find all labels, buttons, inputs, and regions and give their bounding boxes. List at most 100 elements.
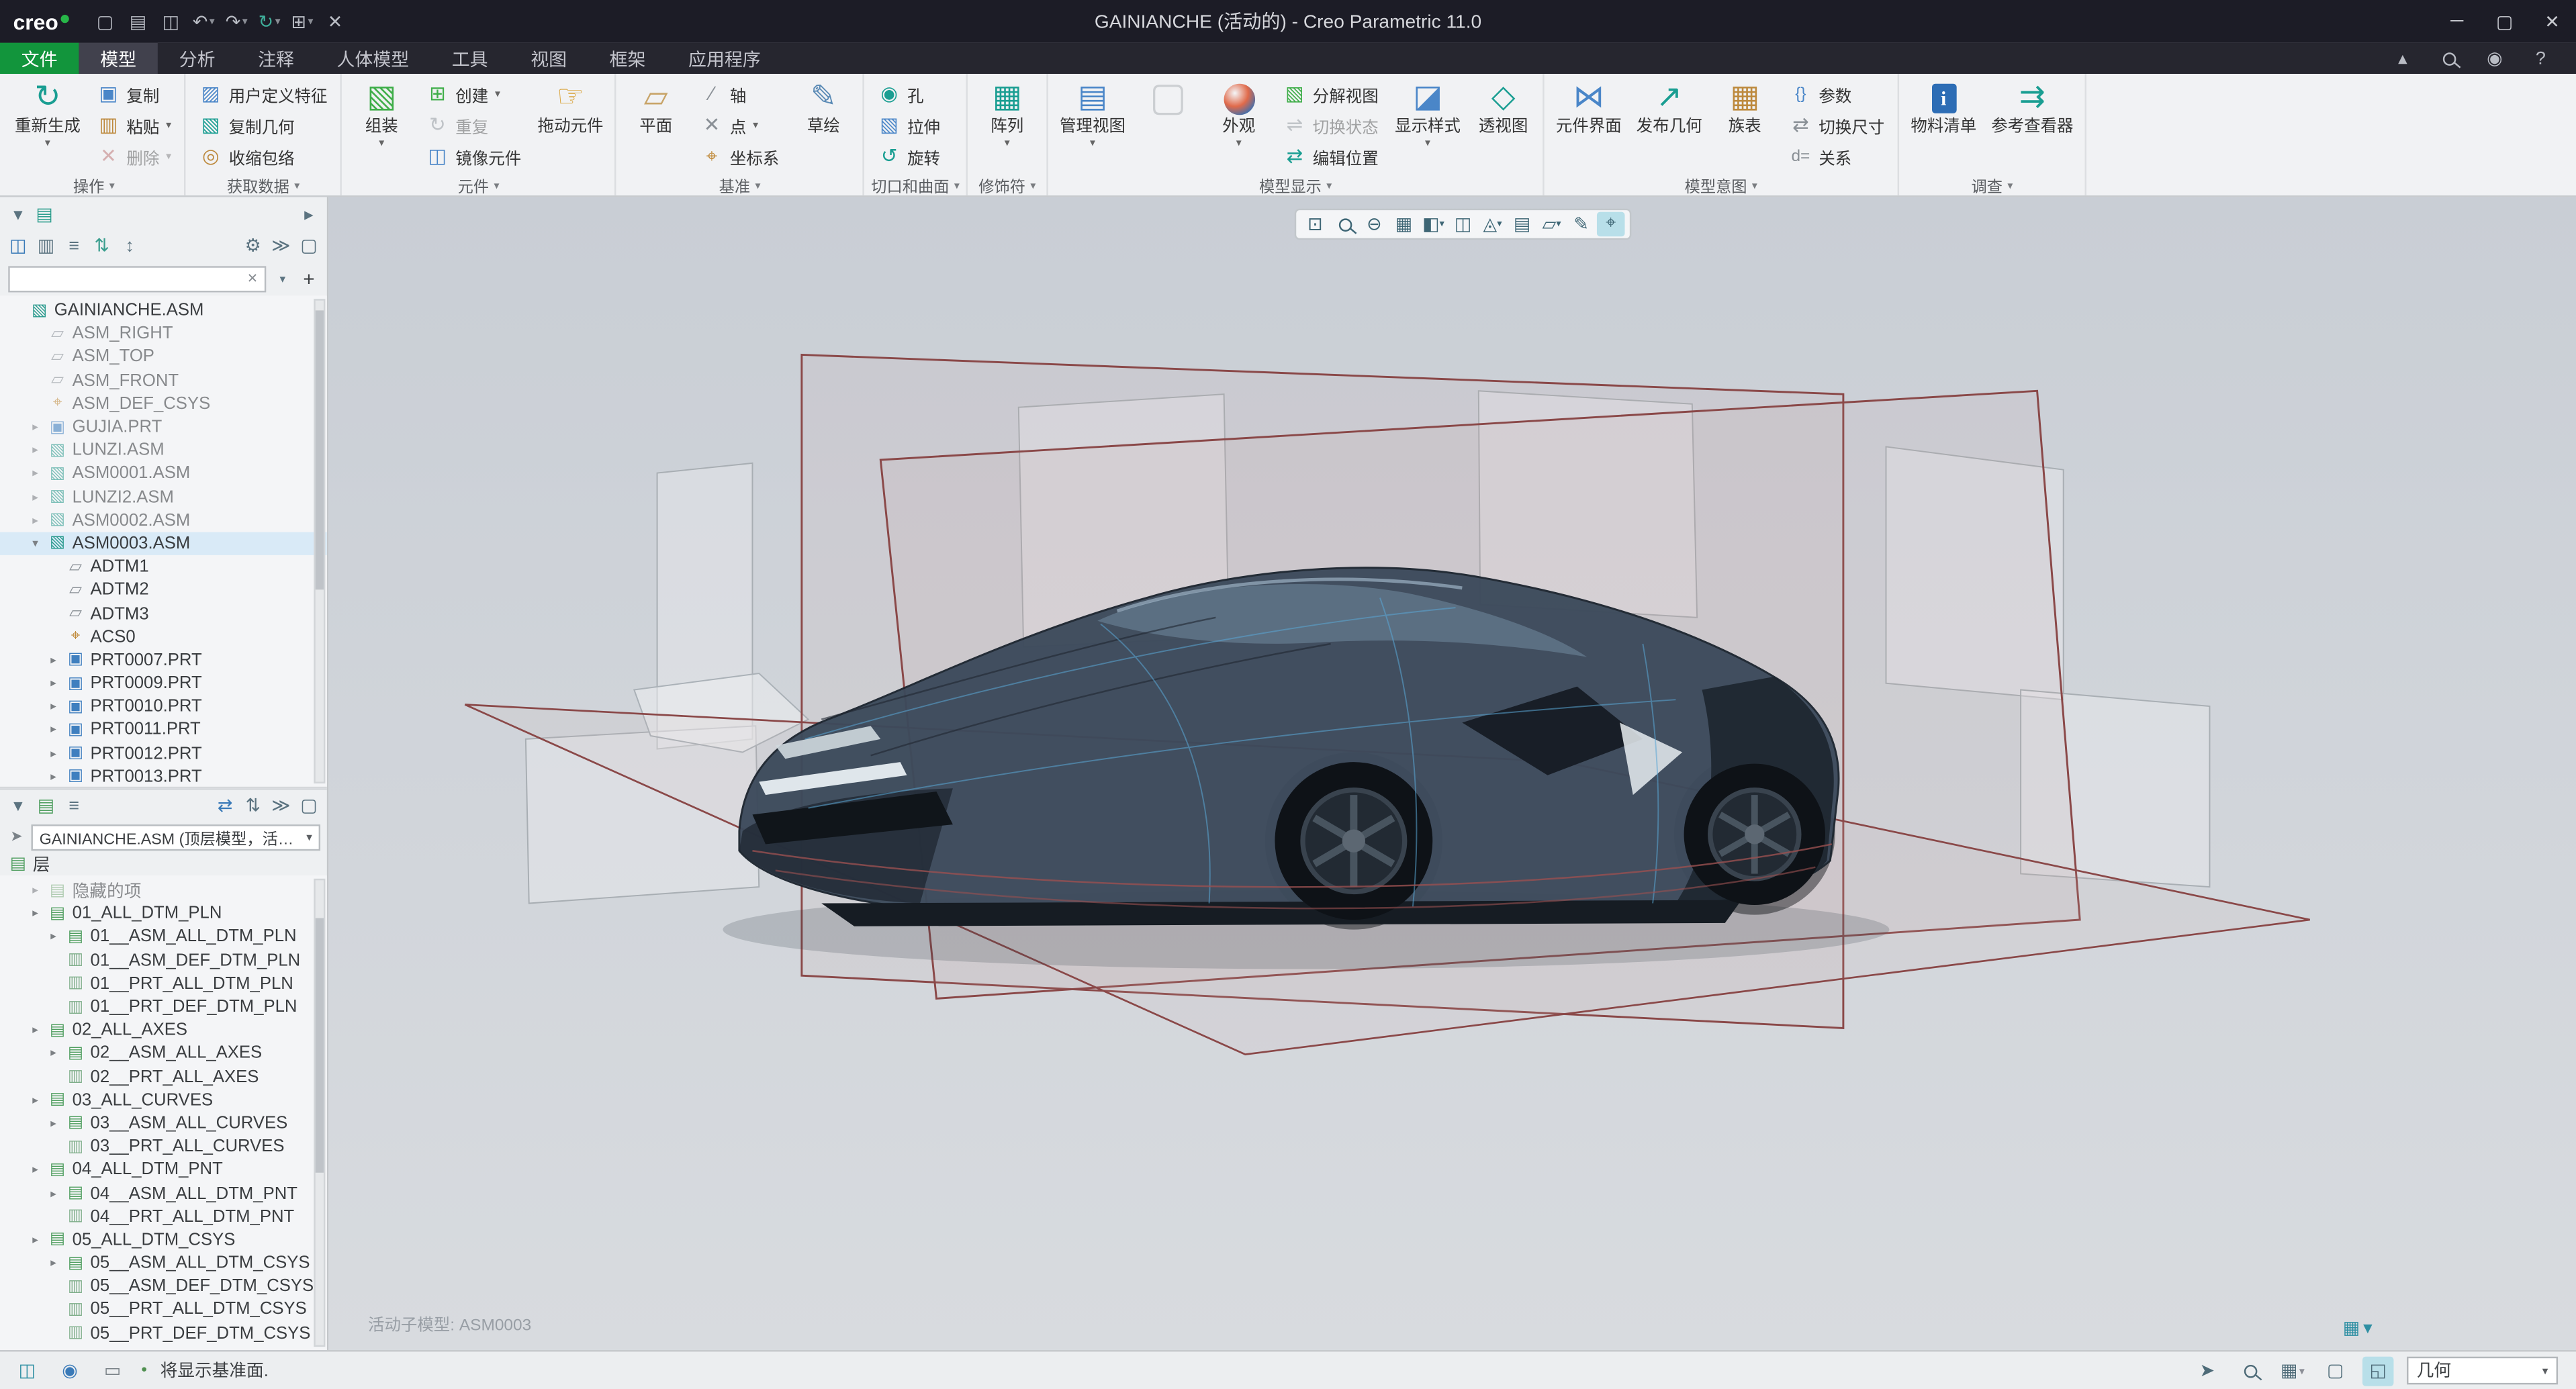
revolve-button[interactable]: ↺ 旋转 [871,141,947,171]
model-tree-row[interactable]: ▸ ▧ LUNZI.ASM [0,439,327,463]
copy-geometry-button[interactable]: ▧ 复制几何 [193,110,334,140]
tab-tools[interactable]: 工具 [430,43,509,74]
group-label-operations[interactable]: 操作▾ [10,174,178,195]
tree-list-icon[interactable]: ≡ [64,236,83,255]
saved-orientations-icon[interactable]: ◬▾ [1479,212,1507,237]
tab-applications[interactable]: 应用程序 [667,43,782,74]
expand-arrow-icon[interactable]: ▸ [28,1163,43,1177]
layer-row[interactable]: ▸ ▤ 03__ASM_ALL_CURVES [0,1112,327,1135]
tab-model[interactable]: 模型 [79,43,157,74]
open-file-icon[interactable]: ▤▾ [122,5,153,38]
layer-row[interactable]: ▸ ▤ 05__ASM_ALL_DTM_CSYS [0,1251,327,1275]
udf-button[interactable]: ▨ 用户定义特征 [193,79,334,108]
model-tree-row[interactable]: ⌖ ACS0 [0,625,327,649]
switch-dimensions-button[interactable]: ⇄ 切换尺寸 [1782,110,1890,140]
group-label-investigate[interactable]: 调查▾ [1906,174,2078,195]
csys-button[interactable]: ⌖ 坐标系 [694,141,786,171]
layer-row[interactable]: ▸ ▤ 04__ASM_ALL_DTM_PNT [0,1182,327,1205]
model-tree-row[interactable]: ▸ ▣ PRT0009.PRT [0,672,327,696]
axis-button[interactable]: ∕ 轴 [694,79,786,108]
selection-filter-combo[interactable]: 几何 ▾ [2407,1357,2558,1385]
tree-doc-icon[interactable]: ▢ [299,235,318,256]
model-tree-row[interactable]: ▸ ▣ PRT0012.PRT [0,742,327,765]
display-style-icon[interactable]: ◧▾ [1420,212,1448,237]
expand-arrow-icon[interactable]: ▸ [46,677,61,690]
expand-arrow-icon[interactable]: ▸ [46,1047,61,1060]
shrinkwrap-button[interactable]: ◎ 收缩包络 [193,141,334,171]
redo-icon[interactable]: ↷▾ [221,5,252,38]
model-tree-scrollbar[interactable] [314,299,325,783]
layer-row[interactable]: ▸ ▤ 02_ALL_AXES [0,1018,327,1042]
annotation-select-icon[interactable]: ➤▾ [2192,1356,2223,1386]
regenerate-quick-icon[interactable]: ↻▾ [254,5,285,38]
plane-button[interactable]: ▱ 平面 [623,76,689,175]
group-label-get-data[interactable]: 获取数据▾ [193,174,334,195]
layer-row[interactable]: ▥ 03__PRT_ALL_CURVES [0,1135,327,1159]
clear-filter-icon[interactable]: ✕ [247,271,258,286]
group-label-datum[interactable]: 基准▾ [623,174,856,195]
view-manager-icon[interactable]: ▤▾ [1508,212,1536,237]
graphics-grid-caret-icon[interactable]: ▾ [2363,1317,2373,1339]
layer-row[interactable]: ▸ ▤ 01__ASM_ALL_DTM_PLN [0,925,327,949]
model-tree-row[interactable]: ▱ ADTM3 [0,602,327,625]
layer-row[interactable]: ▸ ▤ 隐藏的项 [0,879,327,902]
layer-row[interactable]: ▥ 01__PRT_ALL_DTM_PLN [0,972,327,996]
parameters-button[interactable]: {} 参数 [1782,79,1890,108]
regenerate-button[interactable]: ↻ 重新生成 ▾ [10,76,86,175]
layer-sort-icon[interactable]: ⇅ [243,795,263,816]
family-table-button[interactable]: ▦ 族表 [1712,76,1778,175]
paste-button[interactable]: ▥ 粘贴 ▾ [91,110,178,140]
layer-row[interactable]: ▸ ▤ 04_ALL_DTM_PNT [0,1158,327,1182]
save-icon[interactable]: ◫▾ [155,5,186,38]
close-button[interactable]: ✕ [2528,0,2576,43]
expand-arrow-icon[interactable]: ▾ [28,537,43,550]
tree-columns-icon[interactable]: ▥ [36,235,56,256]
layer-list-icon[interactable]: ≡ [64,796,83,815]
tree-show-icon[interactable]: ◫ [8,235,28,256]
expand-arrow-icon[interactable]: ▸ [28,1024,43,1037]
expand-arrow-icon[interactable]: ▸ [46,747,61,760]
graphics-area[interactable]: 活动子模型: ASM0003 ⊡▾ ▾ ⊖▾ ▦▾ ◧▾ ◫▾ [328,197,2576,1350]
tab-manikin[interactable]: 人体模型 [316,43,430,74]
expand-arrow-icon[interactable]: ▸ [28,907,43,920]
layer-scope-combo[interactable]: GAINIANCHE.ASM (顶层模型，活动的) ▾ [31,824,320,850]
model-tree-row[interactable]: ▸ ▣ PRT0011.PRT [0,718,327,742]
fullscreen-toggle-icon[interactable]: ◱▾ [2362,1356,2393,1386]
expand-arrow-icon[interactable]: ▸ [46,1187,61,1200]
model-tree-row[interactable]: ▱ ASM_FRONT [0,369,327,392]
expand-arrow-icon[interactable]: ▸ [28,490,43,504]
sections-button[interactable]: ▢ [1136,76,1201,175]
add-filter-icon[interactable]: + [299,267,318,290]
accessory-window-icon[interactable]: ▭ [97,1354,128,1387]
layer-row[interactable]: ▥ 02__PRT_ALL_AXES [0,1065,327,1089]
edit-position-button[interactable]: ⇄ 编辑位置 [1277,141,1385,171]
help-icon[interactable]: ? [2525,45,2556,71]
spin-center-icon[interactable]: ⌖▾ [1597,212,1625,237]
expand-arrow-icon[interactable]: ▸ [28,1233,43,1247]
switch-state-button[interactable]: ⇌ 切换状态 [1277,110,1385,140]
expand-arrow-icon[interactable]: ▸ [46,1257,61,1270]
expand-arrow-icon[interactable]: ▸ [28,514,43,527]
maximize-button[interactable]: ▢ [2481,0,2528,43]
model-tree-row[interactable]: ⌖ ASM_DEF_CSYS [0,392,327,416]
expand-arrow-icon[interactable]: ▸ [28,444,43,457]
group-label-model-intent[interactable]: 模型意图▾ [1551,174,1891,195]
model-tree-row[interactable]: ▸ ▣ PRT0010.PRT [0,695,327,718]
selection-options-icon[interactable]: ▦▾ [2277,1356,2308,1386]
expand-arrow-icon[interactable]: ▸ [46,930,61,944]
layer-row[interactable]: ▥ 05__ASM_DEF_DTM_CSYS [0,1275,327,1298]
layer-row[interactable]: ▥ 01__ASM_DEF_DTM_PLN [0,949,327,972]
create-button[interactable]: ⊞ 创建 ▾ [419,79,527,108]
model-tree-row[interactable]: ▱ ASM_RIGHT [0,322,327,346]
expand-arrow-icon[interactable]: ▸ [46,700,61,714]
expand-arrow-icon[interactable]: ▸ [28,420,43,434]
tree-pane-caret-icon[interactable]: ▾ [8,203,28,224]
relations-button[interactable]: d= 关系 [1782,141,1890,171]
layer-tree-scrollbar[interactable] [314,879,325,1347]
tab-annotate[interactable]: 注释 [236,43,315,74]
layer-row[interactable]: ▸ ▤ 03_ALL_CURVES [0,1088,327,1112]
find-icon[interactable]: ▾ [2234,1356,2265,1386]
undo-icon[interactable]: ↶▾ [188,5,219,38]
tab-view[interactable]: 视图 [509,43,588,74]
model-tree-row[interactable]: ▱ ASM_TOP [0,346,327,369]
